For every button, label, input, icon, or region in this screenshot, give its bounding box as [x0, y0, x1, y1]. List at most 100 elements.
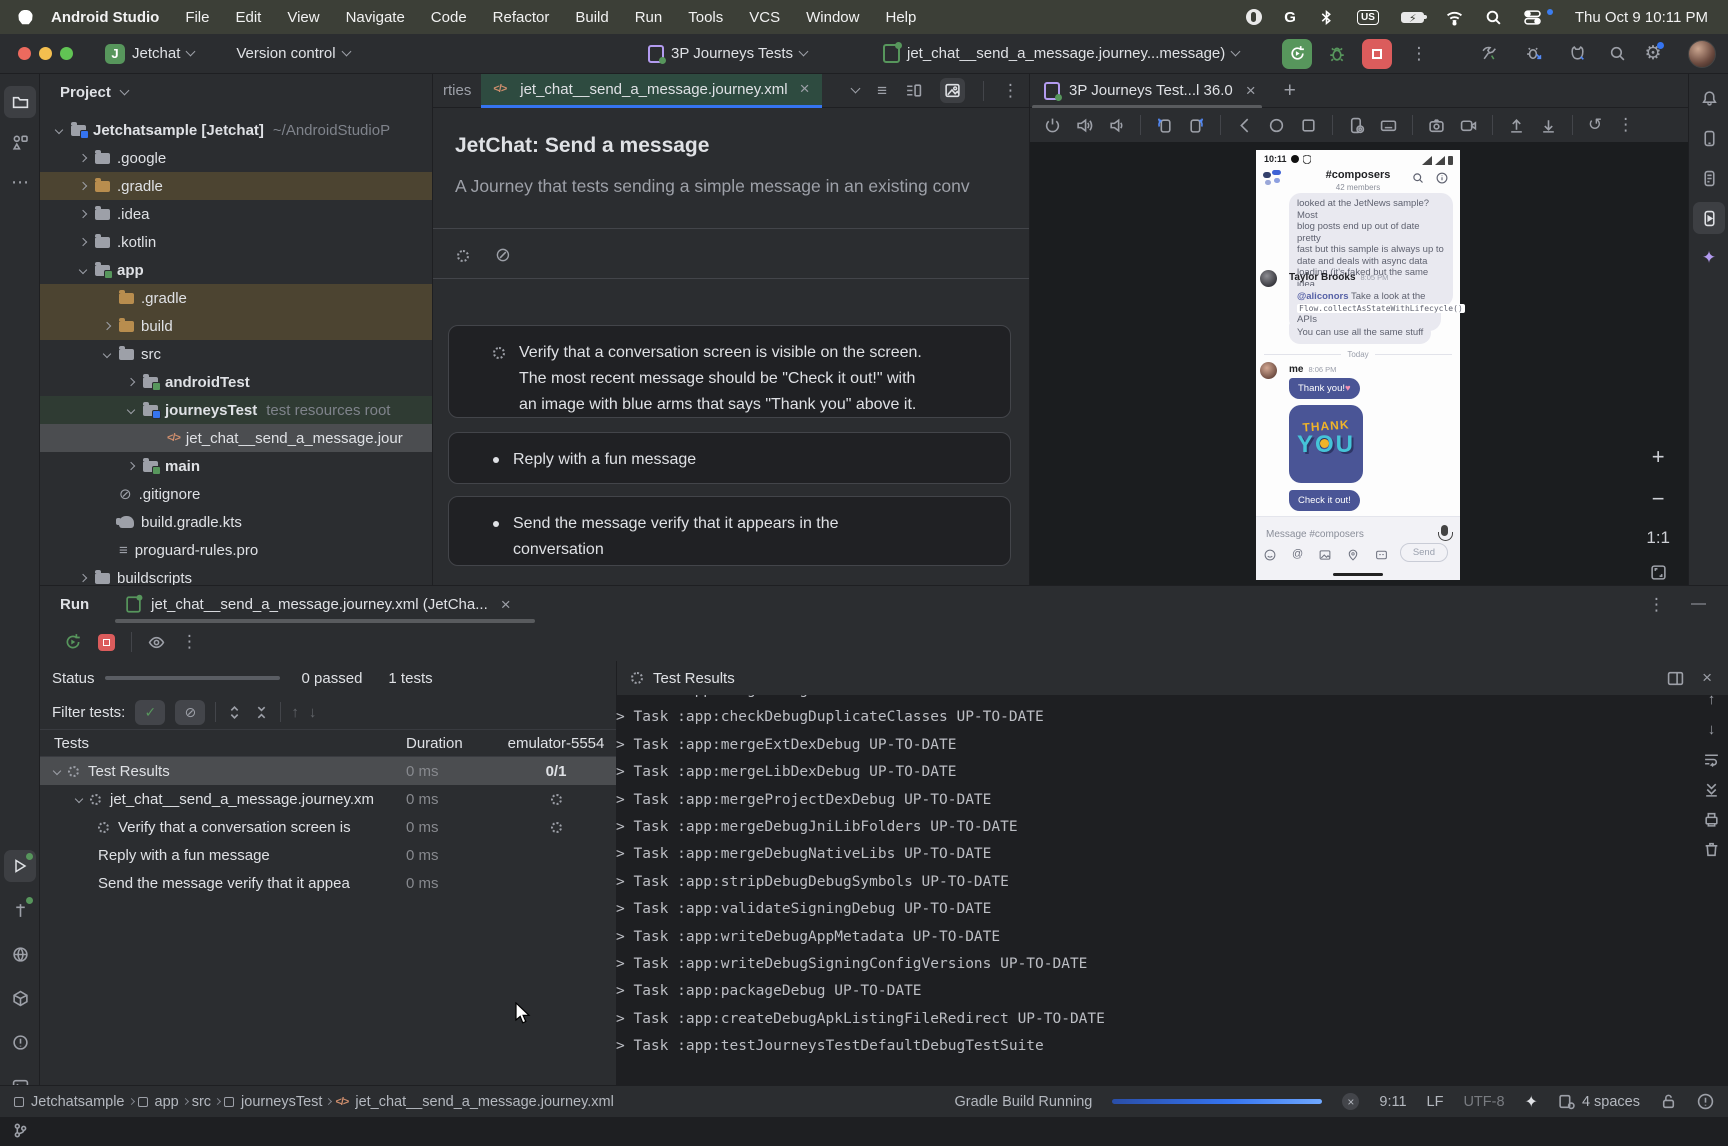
running-devices-icon[interactable] [1693, 202, 1725, 234]
apple-icon[interactable] [18, 10, 33, 25]
stop-button[interactable] [1362, 39, 1392, 69]
menu-item-code[interactable]: Code [431, 9, 467, 26]
zoom-in-icon[interactable]: + [1652, 444, 1665, 470]
chevron-down-icon[interactable] [55, 126, 63, 134]
tree-item-journeystest[interactable]: journeysTesttest resources root [40, 396, 432, 424]
next-icon[interactable]: ↓ [309, 704, 317, 721]
show-passed-filter[interactable]: ✓ [135, 700, 165, 725]
close-icon[interactable]: × [501, 595, 511, 615]
add-device-icon[interactable]: + [1284, 79, 1296, 103]
google-icon[interactable]: G [1284, 9, 1296, 26]
print-icon[interactable] [1703, 811, 1720, 828]
home-icon[interactable] [1268, 117, 1285, 134]
tree-item-jetchatsample-jetchat-[interactable]: Jetchatsample [Jetchat]~/AndroidStudioP [40, 116, 432, 144]
gif-icon[interactable] [1375, 549, 1388, 561]
journey-step-card[interactable]: Verify that a conversation screen is vis… [448, 325, 1011, 418]
run-tool-icon[interactable] [4, 850, 36, 882]
gemini-icon[interactable]: ✦ [1693, 242, 1725, 274]
previous-icon[interactable]: ↑ [291, 704, 299, 721]
chevron-right-icon[interactable] [79, 238, 87, 246]
menu-app-title[interactable]: Android Studio [51, 9, 159, 26]
test-row-reply-with-a-fun-message[interactable]: Reply with a fun message0 ms [40, 841, 616, 869]
lock-icon[interactable] [1660, 1093, 1677, 1110]
tree-item-src[interactable]: src [40, 340, 432, 368]
emulator-screen[interactable]: 10:11 #composers 42 members looked at th… [1256, 150, 1460, 580]
search-everywhere-icon[interactable] [1602, 39, 1632, 69]
zoom-window-button[interactable] [60, 47, 73, 60]
restart-icon[interactable]: ↺ [1588, 115, 1602, 135]
breadcrumb-src[interactable]: src [192, 1094, 211, 1110]
build-icon[interactable] [1474, 39, 1504, 69]
close-icon[interactable]: × [1702, 668, 1712, 688]
menu-item-view[interactable]: View [287, 9, 319, 26]
tab-gradle-properties[interactable]: rties [433, 82, 481, 99]
menu-item-edit[interactable]: Edit [235, 9, 261, 26]
emoji-icon[interactable] [1264, 549, 1276, 561]
soft-wrap-icon[interactable] [1703, 751, 1720, 768]
indent-widget[interactable]: 4 spaces [1558, 1093, 1640, 1110]
scroll-down-icon[interactable]: ↓ [1708, 721, 1716, 738]
close-window-button[interactable] [18, 47, 31, 60]
git-tool-icon[interactable] [4, 1114, 36, 1146]
fit-screen-icon[interactable] [1650, 564, 1667, 581]
code-view-icon[interactable]: ≡ [877, 81, 887, 101]
menu-item-tools[interactable]: Tools [688, 9, 723, 26]
breadcrumb-app[interactable]: app [138, 1094, 179, 1110]
split-view-icon[interactable] [905, 82, 922, 99]
overview-icon[interactable] [1300, 117, 1317, 134]
menu-item-build[interactable]: Build [575, 9, 608, 26]
upload-icon[interactable] [1508, 117, 1525, 134]
profiler-icon[interactable] [1518, 39, 1548, 69]
rerun-icon[interactable] [64, 633, 82, 651]
screen-record-icon[interactable] [1246, 9, 1262, 25]
mention-icon[interactable]: @ [1292, 548, 1303, 561]
more-icon[interactable]: ⋮ [181, 632, 198, 652]
chevron-right-icon[interactable] [79, 210, 87, 218]
tree-item-build-gradle-kts[interactable]: build.gradle.kts [40, 508, 432, 536]
menu-item-help[interactable]: Help [885, 9, 916, 26]
rotate-left-icon[interactable] [1156, 117, 1173, 134]
build-tool-icon[interactable] [4, 894, 36, 926]
menu-item-refactor[interactable]: Refactor [493, 9, 550, 26]
tab-list-chevron-icon[interactable] [851, 84, 861, 94]
breadcrumb-jet_chat__send_a_message.journey.xml[interactable]: </>jet_chat__send_a_message.journey.xml [335, 1094, 613, 1110]
file-encoding[interactable]: UTF-8 [1463, 1094, 1504, 1110]
chevron-right-icon[interactable] [127, 378, 135, 386]
device-selector[interactable]: jet_chat__send_a_message.journey...messa… [875, 40, 1247, 67]
problems-tool-icon[interactable] [4, 1026, 36, 1058]
scroll-to-end-icon[interactable] [1703, 781, 1720, 798]
zoom-out-icon[interactable]: − [1652, 486, 1665, 512]
tree-item--idea[interactable]: .idea [40, 200, 432, 228]
user-avatar[interactable] [1688, 40, 1716, 68]
message-input[interactable]: Message #composers [1266, 529, 1364, 540]
test-row-jet-chat-send-a-message-journe[interactable]: jet_chat__send_a_message.journey.xm0 ms [40, 785, 616, 813]
tree-item-main[interactable]: main [40, 452, 432, 480]
rotate-right-icon[interactable] [1188, 117, 1205, 134]
run-button[interactable] [1282, 39, 1312, 69]
cancel-build-icon[interactable]: × [1342, 1093, 1359, 1110]
test-row-verify-that-a-conversation-scr[interactable]: Verify that a conversation screen is0 ms [40, 813, 616, 841]
tree-item-build[interactable]: build [40, 312, 432, 340]
cancel-icon[interactable]: ⊘ [495, 244, 511, 267]
screenshot-icon[interactable] [1428, 117, 1445, 134]
ai-assistant-icon[interactable]: ✦ [1525, 1092, 1538, 1112]
control-center-icon[interactable] [1524, 9, 1541, 26]
chevron-right-icon[interactable] [103, 322, 111, 330]
menu-item-run[interactable]: Run [635, 9, 663, 26]
more-icon[interactable]: ⋮ [1002, 81, 1019, 101]
close-icon[interactable]: × [1246, 81, 1256, 101]
project-widget[interactable]: J Jetchat [97, 40, 202, 68]
menu-item-file[interactable]: File [185, 9, 209, 26]
tree-item-proguard-rules-pro[interactable]: ≡proguard-rules.pro [40, 536, 432, 564]
hide-icon[interactable]: — [1691, 595, 1706, 615]
location-icon[interactable] [1347, 549, 1359, 561]
chevron-down-icon[interactable] [127, 406, 135, 414]
test-row-send-the-message-verify-that-i[interactable]: Send the message verify that it appea0 m… [40, 869, 616, 897]
endpoints-tool-icon[interactable] [4, 938, 36, 970]
bluetooth-icon[interactable] [1318, 9, 1335, 26]
line-ending[interactable]: LF [1427, 1094, 1444, 1110]
menu-item-vcs[interactable]: VCS [749, 9, 780, 26]
clear-icon[interactable] [1703, 841, 1720, 858]
device-settings-icon[interactable] [1348, 117, 1365, 134]
keyboard-layout-icon[interactable]: US [1357, 10, 1379, 25]
